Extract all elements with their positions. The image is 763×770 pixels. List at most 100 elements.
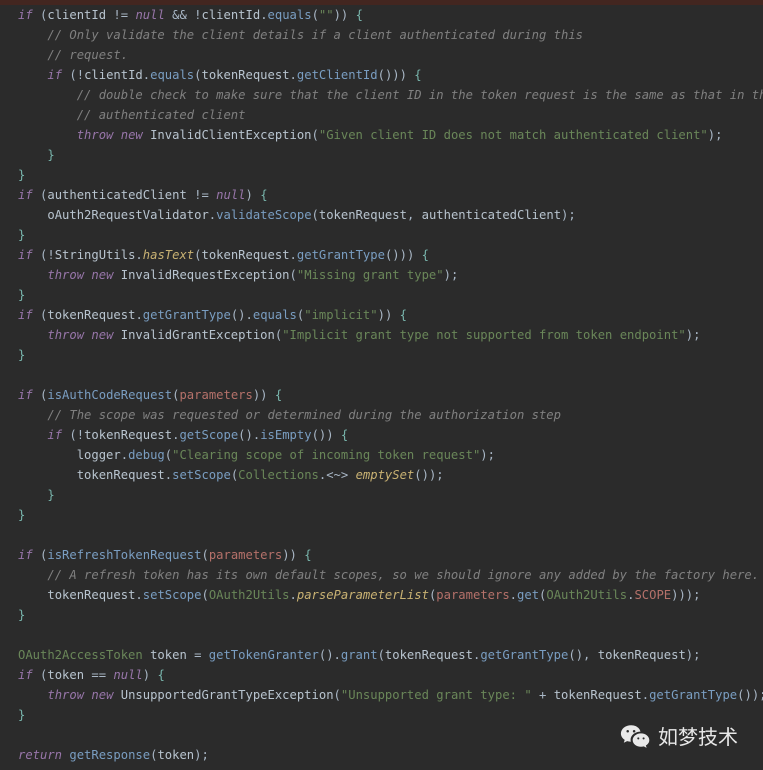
code-token-kwi: null xyxy=(113,668,143,682)
code-line[interactable]: // request. xyxy=(0,45,763,65)
code-line[interactable]: // Only validate the client details if a… xyxy=(0,25,763,45)
code-token-punc: ( xyxy=(311,208,319,222)
code-token-punc: )) xyxy=(333,8,349,22)
code-line[interactable] xyxy=(0,525,763,545)
code-token-brc: } xyxy=(18,708,26,722)
code-line[interactable] xyxy=(0,625,763,645)
code-line[interactable]: } xyxy=(0,345,763,365)
code-token-pln: logger xyxy=(76,448,121,462)
code-line[interactable]: } xyxy=(0,485,763,505)
code-token-punc: ); xyxy=(685,328,701,342)
code-token-punc: (). xyxy=(318,648,341,662)
code-line[interactable]: throw new InvalidGrantException("Implici… xyxy=(0,325,763,345)
code-line[interactable]: } xyxy=(0,225,763,245)
code-token-mth: getTokenGranter xyxy=(208,648,319,662)
code-token-pln: token xyxy=(157,748,195,762)
code-line[interactable]: throw new InvalidRequestException("Missi… xyxy=(0,265,763,285)
code-line[interactable]: throw new InvalidClientException("Given … xyxy=(0,125,763,145)
code-token-punc: . xyxy=(289,248,297,262)
code-token-mth: get xyxy=(517,588,540,602)
code-token-brc: { xyxy=(333,428,349,442)
code-token-punc: ( xyxy=(311,128,319,142)
code-token-kwi: throw xyxy=(47,688,85,702)
code-token-pln: token xyxy=(150,648,187,662)
code-token-punc: ( xyxy=(164,448,173,462)
code-line[interactable]: // authenticated client xyxy=(0,105,763,125)
code-line[interactable]: } xyxy=(0,285,763,305)
code-line[interactable]: OAuth2AccessToken token = getTokenGrante… xyxy=(0,645,763,665)
code-line[interactable]: } xyxy=(0,145,763,165)
code-token-brc: { xyxy=(348,8,363,22)
code-token-str: "Clearing scope of incoming token reques… xyxy=(172,448,481,462)
code-token-str: "" xyxy=(318,8,334,22)
code-token-brc: } xyxy=(47,148,55,162)
code-token-punc xyxy=(143,128,150,142)
code-token-punc: . xyxy=(289,588,297,602)
watermark-text: 如梦技术 xyxy=(658,725,738,749)
code-token-pln: InvalidClientException xyxy=(150,128,312,142)
code-line[interactable]: if (!clientId.equals(tokenRequest.getCli… xyxy=(0,65,763,85)
code-line[interactable]: // The scope was requested or determined… xyxy=(0,405,763,425)
code-line[interactable]: } xyxy=(0,605,763,625)
code-line[interactable]: if (tokenRequest.getGrantType().equals("… xyxy=(0,305,763,325)
code-line[interactable]: if (clientId != null && !clientId.equals… xyxy=(0,5,763,25)
code-line[interactable]: logger.debug("Clearing scope of incoming… xyxy=(0,445,763,465)
code-token-punc: . xyxy=(135,308,143,322)
code-line[interactable]: } xyxy=(0,505,763,525)
code-line[interactable]: tokenRequest.setScope(OAuth2Utils.parseP… xyxy=(0,585,763,605)
code-line[interactable]: if (!StringUtils.hasText(tokenRequest.ge… xyxy=(0,245,763,265)
code-token-str: "Missing grant type" xyxy=(296,268,444,282)
wechat-icon xyxy=(620,724,650,750)
code-token-punc xyxy=(143,648,150,662)
code-token-mth: debug xyxy=(128,448,165,462)
code-token-smth: hasText xyxy=(142,248,195,262)
code-token-pln: tokenRequest xyxy=(47,588,136,602)
code-line[interactable]: if (isAuthCodeRequest(parameters)) { xyxy=(0,385,763,405)
code-token-pln: clientId xyxy=(47,8,107,22)
code-token-mth: isRefreshTokenRequest xyxy=(47,548,202,562)
code-token-pln: tokenRequest xyxy=(84,428,173,442)
code-line[interactable]: if (token == null) { xyxy=(0,665,763,685)
code-token-mth: getScope xyxy=(179,428,239,442)
code-token-punc: ); xyxy=(480,448,495,462)
code-token-str: "Unsupported grant type: " xyxy=(340,688,532,702)
code-token-kwi: if xyxy=(47,68,63,82)
code-token-punc: ) xyxy=(245,188,253,202)
code-line[interactable]: throw new UnsupportedGrantTypeException(… xyxy=(0,685,763,705)
code-line[interactable]: oAuth2RequestValidator.validateScope(tok… xyxy=(0,205,763,225)
code-line[interactable]: if (authenticatedClient != null) { xyxy=(0,185,763,205)
code-token-pln: tokenRequest xyxy=(201,68,290,82)
code-token-kwi: null xyxy=(216,188,246,202)
code-token-punc: (! xyxy=(62,428,85,442)
code-line[interactable]: if (isRefreshTokenRequest(parameters)) { xyxy=(0,545,763,565)
code-line[interactable]: // double check to make sure that the cl… xyxy=(0,85,763,105)
code-token-parm: parameters xyxy=(208,548,283,562)
code-token-mth: getGrantType xyxy=(142,308,231,322)
code-token-mth: grant xyxy=(340,648,378,662)
code-token-brc: { xyxy=(296,548,312,562)
code-token-punc xyxy=(113,128,120,142)
code-token-punc: (! xyxy=(62,68,85,82)
watermark: 如梦技术 xyxy=(620,720,750,754)
code-line[interactable]: } xyxy=(0,165,763,185)
code-token-punc: ()) xyxy=(311,428,334,442)
code-line[interactable]: // A refresh token has its own default s… xyxy=(0,565,763,585)
code-line[interactable]: if (!tokenRequest.getScope().isEmpty()) … xyxy=(0,425,763,445)
code-token-kwi: new xyxy=(91,268,114,282)
code-token-punc: . xyxy=(135,248,143,262)
code-line[interactable] xyxy=(0,365,763,385)
code-editor-screenshot: if (clientId != null && !clientId.equals… xyxy=(0,0,763,770)
code-token-brc: { xyxy=(267,388,283,402)
code-token-punc: . xyxy=(509,588,518,602)
code-content[interactable]: if (clientId != null && !clientId.equals… xyxy=(0,5,763,765)
code-line[interactable]: tokenRequest.setScope(Collections.<~> em… xyxy=(0,465,763,485)
code-token-mth: getGrantType xyxy=(480,648,569,662)
code-token-punc: ); xyxy=(685,648,701,662)
code-token-pln: StringUtils xyxy=(54,248,136,262)
